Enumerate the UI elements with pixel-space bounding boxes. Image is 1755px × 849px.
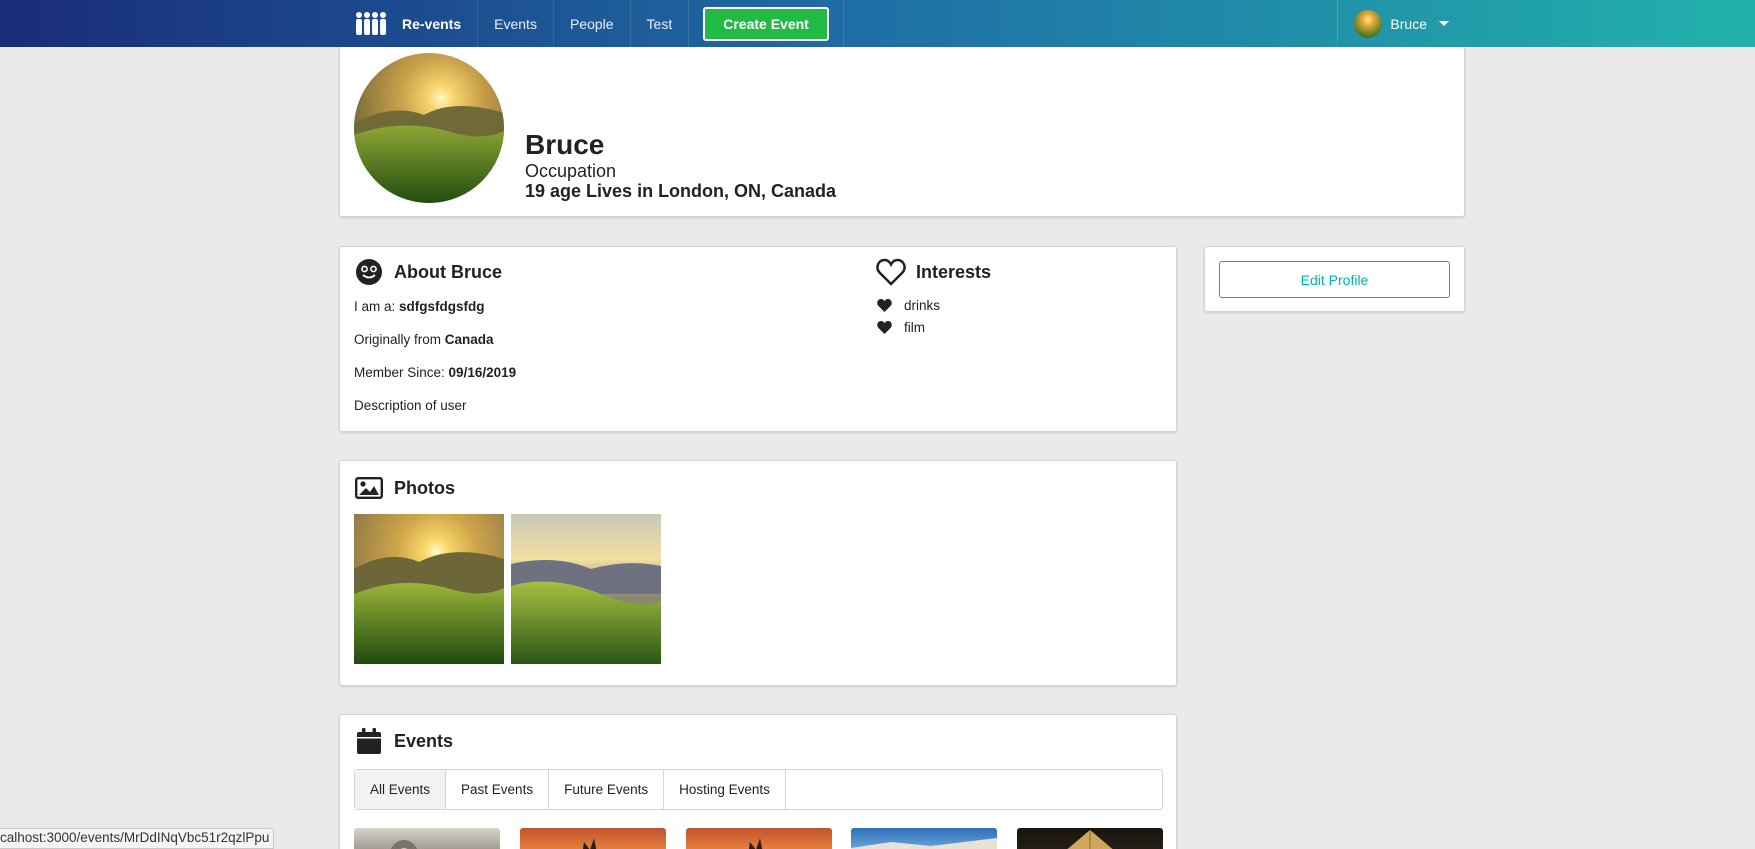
photos-heading-label: Photos xyxy=(394,477,455,498)
events-panel: Events All Events Past Events Future Eve… xyxy=(339,714,1177,849)
edit-profile-panel: Edit Profile xyxy=(1204,246,1465,312)
photos-heading: Photos xyxy=(354,473,455,503)
about-heading-label: About Bruce xyxy=(394,261,502,282)
profile-name: Bruce xyxy=(525,129,605,160)
edit-profile-button[interactable]: Edit Profile xyxy=(1219,261,1450,298)
interest-label: film xyxy=(904,320,925,335)
events-heading: Events xyxy=(354,726,453,756)
event-card[interactable] xyxy=(520,828,666,849)
tab-hosting-events[interactable]: Hosting Events xyxy=(664,770,786,809)
about-heading: About Bruce xyxy=(354,257,502,287)
create-event-button[interactable]: Create Event xyxy=(703,6,829,41)
events-heading-label: Events xyxy=(394,730,454,751)
event-card[interactable] xyxy=(1017,828,1163,849)
tab-all-events[interactable]: All Events xyxy=(355,770,447,809)
origin-label: Originally from xyxy=(354,332,445,347)
profile-location: 19 age Lives in London, ON, Canada xyxy=(525,181,837,201)
event-card[interactable] xyxy=(851,828,997,849)
interest-item: film xyxy=(877,320,925,335)
user-name-label: Bruce xyxy=(1390,15,1427,32)
create-event-wrap: Create Event xyxy=(689,0,844,47)
heart-icon xyxy=(877,299,892,312)
brand-label: Re-vents xyxy=(402,15,462,32)
member-since-line: Member Since: 09/16/2019 xyxy=(354,365,516,380)
event-card[interactable] xyxy=(354,828,500,849)
iam-label: I am a: xyxy=(354,299,400,314)
interest-label: drinks xyxy=(904,298,941,313)
caret-down-icon xyxy=(1439,21,1449,26)
profile-occupation: Occupation xyxy=(525,161,617,181)
photo-thumbnail[interactable] xyxy=(511,514,661,664)
event-card[interactable] xyxy=(686,828,832,849)
nav-link-events[interactable]: Events xyxy=(478,0,554,47)
nav-link-people[interactable]: People xyxy=(554,0,631,47)
profile-avatar xyxy=(354,53,504,203)
about-panel: About Bruce I am a: sdfgsfdgsfdg Origina… xyxy=(339,246,1177,432)
user-description: Description of user xyxy=(354,398,467,413)
calendar-icon xyxy=(354,726,384,756)
browser-status-url: calhost:3000/events/MrDdINqVbc51r2qzlPpu xyxy=(0,828,275,849)
nav-link-test[interactable]: Test xyxy=(631,0,690,47)
image-icon xyxy=(354,473,384,503)
navbar-inner: Re-vents Events People Test Create Event… xyxy=(338,0,1465,47)
origin-value: Canada xyxy=(444,332,494,347)
heart-outline-icon xyxy=(876,257,906,287)
interest-item: drinks xyxy=(877,298,940,313)
user-menu-dropdown[interactable]: Bruce xyxy=(1337,0,1465,47)
tab-past-events[interactable]: Past Events xyxy=(446,770,550,809)
origin-line: Originally from Canada xyxy=(354,332,494,347)
top-navbar: Re-vents Events People Test Create Event… xyxy=(0,0,1755,47)
interests-heading-label: Interests xyxy=(916,261,992,282)
profile-header: Bruce Occupation 19 age Lives in London,… xyxy=(339,47,1465,217)
smile-icon xyxy=(354,257,384,287)
iam-line: I am a: sdfgsfdgsfdg xyxy=(354,299,485,314)
events-tabs: All Events Past Events Future Events Hos… xyxy=(354,769,1163,810)
interests-heading: Interests xyxy=(876,257,991,287)
heart-icon xyxy=(877,321,892,334)
tab-future-events[interactable]: Future Events xyxy=(549,770,665,809)
people-group-icon xyxy=(354,11,388,37)
iam-value: sdfgsfdgsfdg xyxy=(399,299,485,314)
member-label: Member Since: xyxy=(354,365,449,380)
avatar xyxy=(1354,9,1383,38)
brand-link[interactable]: Re-vents xyxy=(338,0,479,47)
photos-panel: Photos xyxy=(339,460,1177,686)
photo-thumbnail[interactable] xyxy=(354,514,504,664)
member-value: 09/16/2019 xyxy=(448,365,517,380)
